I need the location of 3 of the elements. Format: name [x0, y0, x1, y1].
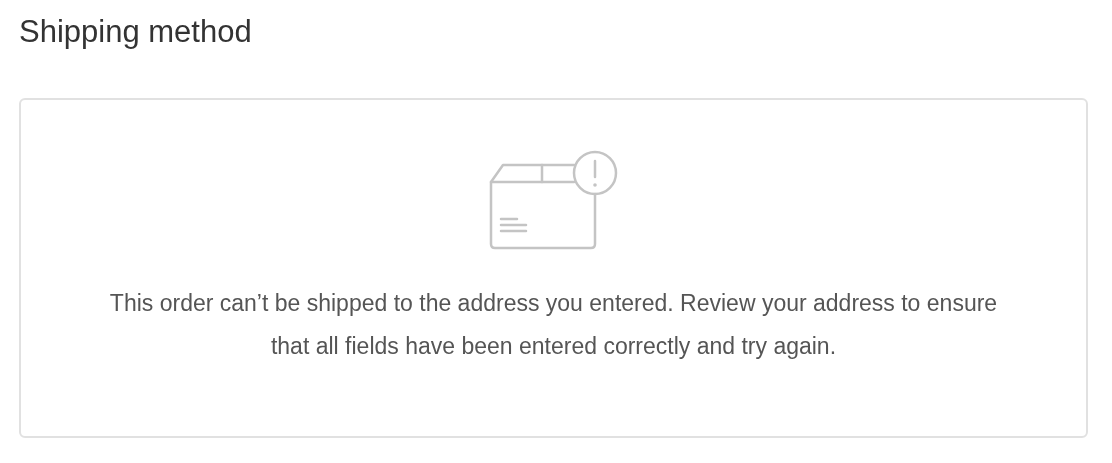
section-title: Shipping method: [19, 13, 253, 51]
package-warning-icon: [487, 148, 620, 250]
notice-message: This order can’t be shipped to the address you entered. Review your address to ensure that all fields have been entered correctly and try again.: [108, 289, 999, 361]
